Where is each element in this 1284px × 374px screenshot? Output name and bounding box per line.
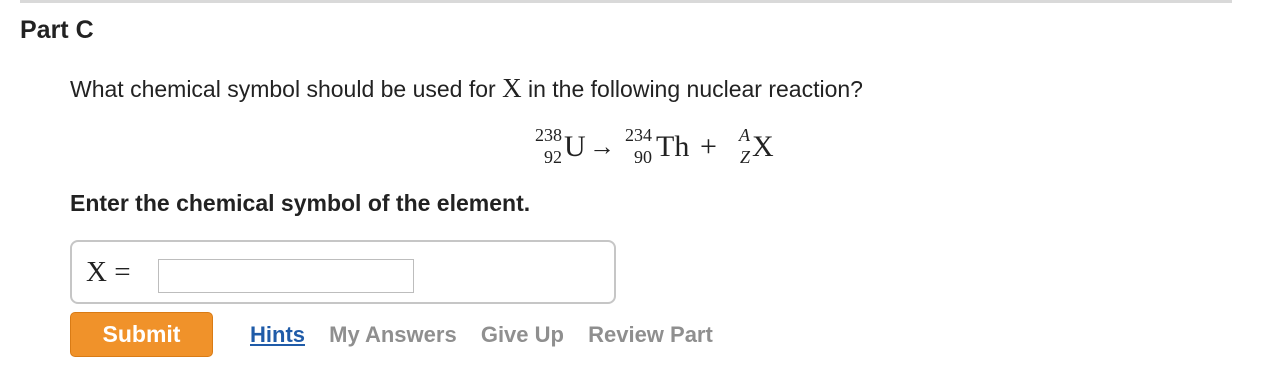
give-up-link[interactable]: Give Up [481, 322, 564, 347]
product1-mass-number: 234 [625, 125, 652, 145]
hints-link[interactable]: Hints [250, 322, 305, 347]
question-text-after: in the following nuclear reaction? [521, 76, 863, 102]
product2-symbol: X [752, 130, 774, 163]
reactant-mass-number: 238 [535, 125, 562, 145]
product2-mass-number: A [739, 125, 750, 145]
reactant-atomic-number: 92 [544, 147, 562, 167]
reactant-symbol: U [564, 130, 586, 163]
my-answers-link[interactable]: My Answers [329, 322, 457, 347]
question-text-before: What chemical symbol should be used for [70, 76, 503, 102]
product2-numbers: A Z [726, 122, 750, 174]
question-variable: X [502, 73, 522, 103]
instruction-text: Enter the chemical symbol of the element… [70, 190, 531, 216]
plus-sign: + [700, 130, 717, 163]
product1-numbers: 234 90 [614, 122, 652, 174]
reactant-numbers: 238 92 [526, 122, 562, 174]
product2-atomic-number: Z [739, 147, 750, 167]
top-divider [20, 0, 1232, 3]
part-title: Part C [20, 16, 94, 44]
review-part-link[interactable]: Review Part [588, 322, 713, 347]
answer-label: X = [86, 256, 131, 288]
action-links: Hints My Answers Give Up Review Part [250, 322, 731, 348]
answer-input[interactable] [158, 259, 414, 293]
submit-button[interactable]: Submit [70, 312, 213, 357]
product1-symbol: Th [656, 130, 690, 163]
answer-box: X = [70, 240, 616, 304]
reaction-arrow: → [589, 132, 615, 161]
product1-atomic-number: 90 [634, 147, 652, 167]
question-text: What chemical symbol should be used for … [70, 73, 863, 104]
